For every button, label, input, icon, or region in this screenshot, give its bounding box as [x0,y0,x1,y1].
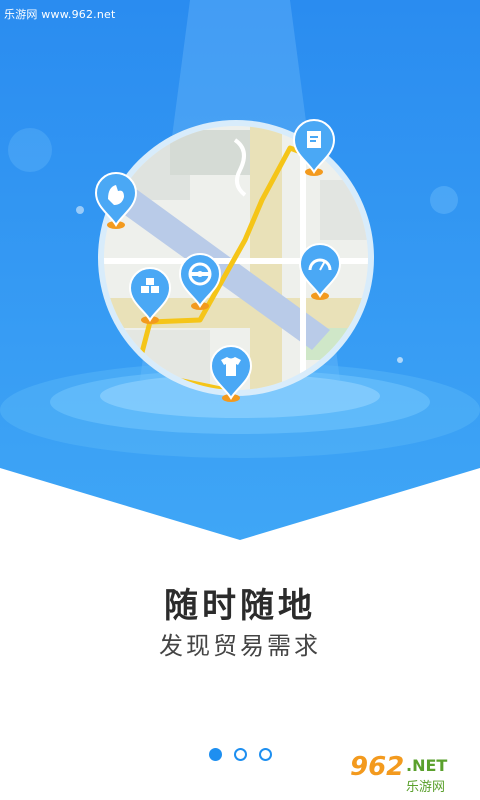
onboarding-screen: 乐游网 www.962.net 随时随地 发现贸易需求 962 .NET 乐游网 [0,0,480,800]
bubble [397,357,403,363]
hero-illustration [0,0,480,540]
page-dot-1[interactable] [208,748,222,761]
bubble [76,206,84,214]
brand-name: 乐游网 [406,780,446,795]
brand-suffix: .NET [406,756,448,775]
bubble [430,186,458,214]
slide-title: 随时随地 [164,586,316,626]
document-icon [307,131,321,148]
brand-number: 962 [350,752,405,782]
bubble [8,128,52,172]
watermark: 乐游网 www.962.net [4,8,116,21]
slide-subtitle: 发现贸易需求 [159,632,321,660]
page-dot-3[interactable] [258,748,272,761]
page-dot-2[interactable] [233,748,247,761]
brand-logo: 962 .NET 乐游网 [344,752,474,795]
